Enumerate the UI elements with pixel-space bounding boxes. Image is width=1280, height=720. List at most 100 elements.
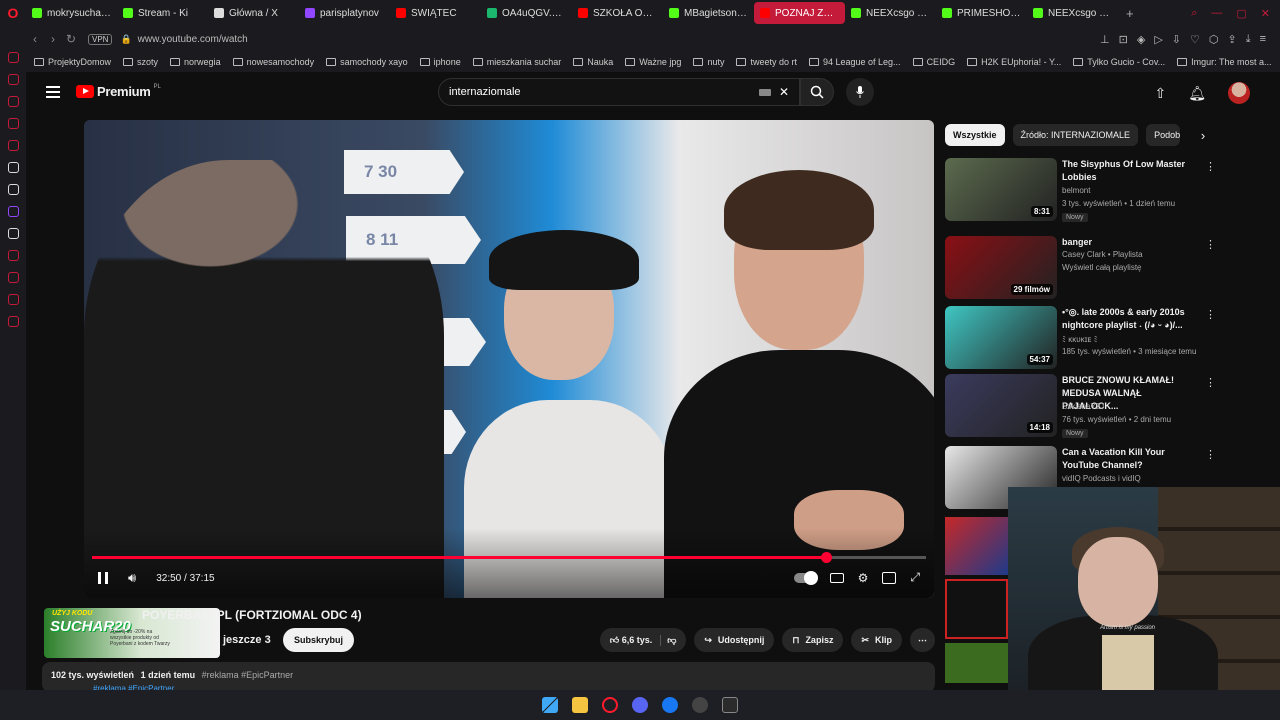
recommendation-title[interactable]: Can a Vacation Kill Your YouTube Channel… [1062,446,1192,472]
sidebar-bookmarks-icon[interactable] [7,118,19,129]
sidebar-settings-icon[interactable] [7,316,19,327]
shield-icon[interactable]: ◈ [1137,33,1145,46]
recommendation-item[interactable]: 8:31 The Sisyphus Of Low Master Lobbies be… [945,158,1225,222]
steam-icon[interactable] [692,697,708,713]
volume-icon[interactable]: 🔊︎ [128,570,136,586]
recommendation-title[interactable]: The Sisyphus Of Low Master Lobbies [1062,158,1192,184]
avatar[interactable] [1228,82,1250,104]
recommendation-thumbnail[interactable]: 8:31 [945,158,1057,221]
clear-search-icon[interactable]: ✕ [779,85,789,99]
browser-tab[interactable]: MBagietson - W [663,2,754,24]
extensions-icon[interactable]: ⬡ [1209,33,1219,46]
sidebar-player-icon[interactable] [7,162,19,173]
more-vertical-icon[interactable]: ⋮ [1205,160,1216,173]
clip-button[interactable]: ✂ Klip [851,628,902,652]
bookmark-item[interactable]: Nauka [573,57,613,67]
notifications-bell-icon[interactable]: 🔔︎ [1188,85,1206,102]
recommendation-item[interactable]: 29 filmów banger Casey Clark • Playlista Wy… [945,236,1225,300]
filter-chip[interactable]: Podobne [1146,124,1181,146]
youtube-logo[interactable]: Premium PL [76,84,161,99]
url-field[interactable]: www.youtube.com/watch [138,34,248,45]
sidebar-clock-icon[interactable] [7,272,19,283]
browser-tab[interactable]: PRIMESHOWM [936,2,1027,24]
like-dislike-button[interactable]: 👍︎ 6,6 tys. 👎︎ [599,628,687,652]
sidebar-x-icon[interactable] [7,228,19,239]
share-button[interactable]: ↪ Udostępnij [694,628,775,652]
upload-icon[interactable]: ⇧ [1154,85,1166,102]
recommendation-thumbnail[interactable]: 54:37 [945,306,1057,369]
facebook-icon[interactable] [662,697,678,713]
fullscreen-icon[interactable]: ⤢ [910,570,920,585]
voice-search-button[interactable] [846,78,874,106]
bookmark-item[interactable]: Ważne jpg [625,57,681,67]
downloads-icon[interactable]: ⤓ [1246,33,1251,46]
recommendation-channel[interactable]: vidIQ Podcasts i vidIQ [1062,474,1141,483]
bookmark-item[interactable]: 94 League of Leg... [808,57,901,67]
more-vertical-icon[interactable]: ⋮ [1205,376,1216,389]
recommendation-channel[interactable]: SzklanaY2J [1062,402,1104,411]
sidebar-chatgpt-icon[interactable] [7,184,19,195]
pin-icon[interactable]: ⊥ [1100,33,1110,46]
recommendation-thumbnail[interactable]: 29 filmów [945,236,1057,299]
sidebar-whatsapp-icon[interactable] [7,140,19,151]
browser-tab[interactable]: mokrysuchar St [26,2,117,24]
browser-tab[interactable]: Główna / X [208,2,299,24]
bookmark-item[interactable]: samochody xayo [326,57,408,67]
recommendation-item[interactable]: 54:37 •°◎. late 2000s & early 2010s night… [945,306,1225,370]
vpn-badge[interactable]: VPN [88,33,113,45]
minimize-icon[interactable]: — [1211,7,1222,20]
bookmark-item[interactable]: iphone [419,57,461,67]
progress-bar[interactable] [92,552,926,563]
browser-tab[interactable]: POZNAJ ZWYCIĘZ [754,2,845,24]
browser-tab[interactable]: SZKOŁA ODC. [572,2,663,24]
more-vertical-icon[interactable]: ⋮ [1205,308,1216,321]
filter-chip[interactable]: Wszystkie [945,124,1005,146]
bookmark-item[interactable]: szoty [123,57,158,67]
browser-tab[interactable]: ŚWIĄTEC [390,2,481,24]
recommendation-channel[interactable]: ﾐ ᴋᴋᴜᴋɪᴇ ﾐ [1062,334,1098,345]
keyboard-icon[interactable] [758,88,771,96]
discord-icon[interactable] [632,697,648,713]
scrubber-handle[interactable] [820,552,832,563]
snapshot-icon[interactable]: ⊡ [1119,33,1128,46]
bookmark-item[interactable]: Tylko Gucio - Cov... [1073,57,1165,67]
like-button[interactable]: 👍︎ 6,6 tys. [610,634,662,646]
recommendation-thumbnail[interactable]: 14:18 [945,374,1057,437]
autoplay-toggle[interactable] [793,570,818,585]
sidebar-aria-icon[interactable] [7,74,19,85]
recommendation-channel[interactable]: belmont [1062,186,1090,195]
recommendation-title[interactable]: •°◎. late 2000s & early 2010s nightcore … [1062,306,1192,332]
bookmark-item[interactable]: nowesamochody [232,57,314,67]
browser-tab[interactable]: NEEXcsgo - Wa [845,2,936,24]
terminal-icon[interactable] [722,697,738,713]
back-icon[interactable]: ‹ [26,32,44,46]
more-actions-button[interactable]: ⋯ [910,628,935,652]
subtitles-icon[interactable] [829,572,844,583]
theater-mode-icon[interactable] [882,571,897,584]
download-icon[interactable]: ⇩ [1172,33,1181,46]
opera-logo-icon[interactable]: O [0,0,26,26]
channel-name[interactable]: jeszcze 3 [223,634,271,646]
sidebar-extensions-icon[interactable] [7,294,19,305]
settings-gear-icon[interactable]: ⚙ [858,571,869,585]
search-input[interactable]: internaziomale ✕ [438,78,800,106]
windows-start-icon[interactable] [542,697,558,713]
bookmark-item[interactable]: mieszkania suchar [472,57,561,67]
filter-chip[interactable]: Źródło: INTERNAZIOMALE [1012,124,1139,146]
bookmark-item[interactable]: Imgur: The most a... [1177,57,1272,67]
share-icon[interactable]: ⇪ [1227,33,1236,46]
hashtags[interactable]: #reklama #EpicPartner [202,670,294,680]
sidebar-history-icon[interactable] [7,250,19,261]
video-player[interactable]: 7 30 8 11 10 30 11 🔊︎ 32:50 / 37:15 ⚙ ⤢ [84,120,934,598]
sidebar-messenger-icon[interactable] [7,52,19,63]
menu-icon[interactable] [46,86,60,98]
bookmark-item[interactable]: tweety do rt [736,57,797,67]
bookmark-item[interactable]: norwegia [170,57,221,67]
browser-tab[interactable]: parisplatynov [299,2,390,24]
bookmark-item[interactable]: CEIDG [912,57,955,67]
recommendation-item[interactable]: 14:18 BRUCE ZNOWU KŁAMAŁ! MEDUSA WALNĄŁ P… [945,374,1225,438]
dislike-icon[interactable]: 👎︎ [667,635,676,646]
more-vertical-icon[interactable]: ⋮ [1205,238,1216,251]
search-button[interactable] [800,78,834,106]
sidebar-twitch-icon[interactable] [7,206,19,217]
